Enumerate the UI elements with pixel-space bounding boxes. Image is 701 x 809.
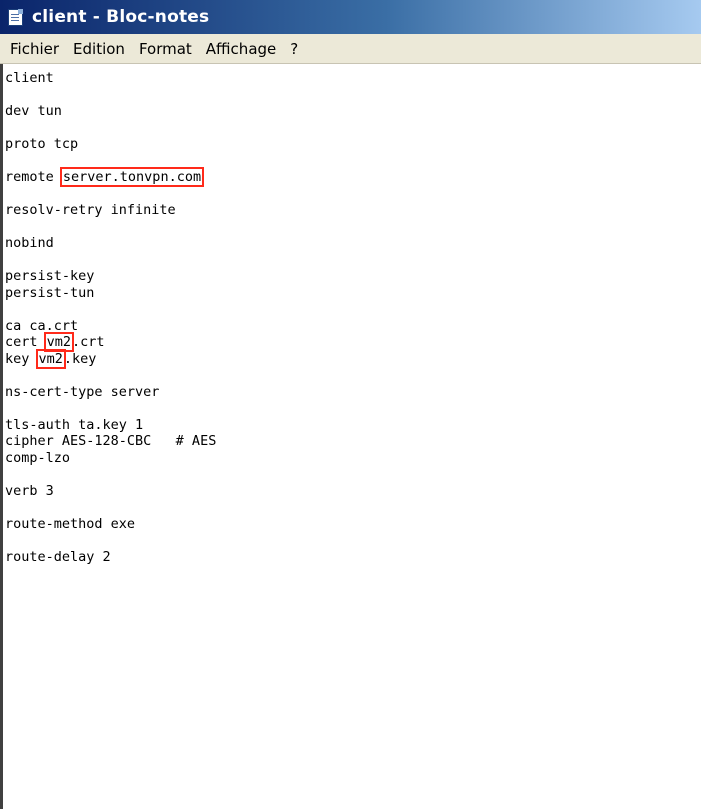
menu-edition[interactable]: Edition bbox=[66, 40, 132, 58]
highlighted-value: server.tonvpn.com bbox=[59, 167, 205, 187]
text-line bbox=[5, 120, 216, 137]
text-editor[interactable]: client dev tun proto tcp remote server.tonv… bbox=[0, 64, 701, 809]
notepad-icon bbox=[6, 8, 24, 26]
text-line: dev tun bbox=[5, 103, 216, 120]
text-line: verb 3 bbox=[5, 483, 216, 500]
line-text: comp-lzo bbox=[5, 449, 71, 466]
text-line: tls-auth ta.key 1 bbox=[5, 417, 216, 434]
text-line: route-delay 2 bbox=[5, 549, 216, 566]
highlighted-value: vm2 bbox=[35, 348, 66, 369]
line-text: persist-key bbox=[5, 268, 95, 284]
line-text-suffix: .crt bbox=[72, 334, 105, 350]
text-line: remote server.tonvpn.com bbox=[5, 167, 216, 187]
text-line: nobind bbox=[5, 235, 216, 252]
text-line: persist-key bbox=[5, 268, 216, 285]
text-line: cert vm2.crt bbox=[5, 332, 216, 352]
menu-affichage[interactable]: Affichage bbox=[199, 40, 283, 58]
line-text: route-method exe bbox=[5, 515, 136, 532]
text-line: resolv-retry infinite bbox=[5, 202, 216, 219]
menu-bar: Fichier Edition Format Affichage ? bbox=[0, 34, 701, 64]
text-line: persist-tun bbox=[5, 285, 216, 302]
text-line: proto tcp bbox=[5, 136, 216, 153]
line-text: nobind bbox=[5, 235, 54, 251]
menu-help[interactable]: ? bbox=[283, 40, 305, 58]
text-line bbox=[5, 301, 216, 318]
line-text: persist-tun bbox=[5, 284, 95, 301]
line-text: resolv-retry infinite bbox=[5, 202, 176, 218]
window-title: client - Bloc-notes bbox=[32, 7, 210, 27]
text-line bbox=[5, 466, 216, 483]
line-text: cert bbox=[5, 334, 46, 350]
text-line bbox=[5, 252, 216, 269]
menu-format[interactable]: Format bbox=[132, 40, 199, 58]
highlighted-value: vm2 bbox=[43, 332, 75, 352]
text-line bbox=[5, 532, 216, 549]
text-line: client bbox=[5, 70, 216, 87]
text-line bbox=[5, 186, 216, 203]
text-line: key vm2.key bbox=[5, 348, 216, 369]
line-text: client bbox=[5, 70, 54, 86]
text-line: ns-cert-type server bbox=[5, 384, 216, 401]
line-text: dev tun bbox=[5, 103, 62, 119]
text-line bbox=[5, 219, 216, 236]
line-text: ns-cert-type server bbox=[5, 383, 160, 400]
text-line bbox=[5, 400, 216, 417]
line-text: tls-auth ta.key 1 bbox=[5, 416, 144, 433]
text-line bbox=[5, 499, 216, 516]
menu-fichier[interactable]: Fichier bbox=[0, 40, 66, 58]
line-text: remote bbox=[5, 169, 62, 185]
text-line bbox=[5, 87, 216, 104]
title-bar[interactable]: client - Bloc-notes bbox=[0, 0, 701, 34]
line-text: proto tcp bbox=[5, 136, 79, 152]
line-text-suffix: .key bbox=[63, 350, 97, 367]
line-text: ca ca.crt bbox=[5, 317, 79, 334]
text-line: route-method exe bbox=[5, 516, 216, 533]
line-text: verb 3 bbox=[5, 482, 54, 499]
editor-content[interactable]: client dev tun proto tcp remote server.tonv… bbox=[5, 70, 216, 565]
line-text: cipher AES-128-CBC # AES bbox=[5, 433, 217, 449]
text-line bbox=[5, 367, 216, 384]
text-line: ca ca.crt bbox=[5, 318, 216, 335]
text-line: comp-lzo bbox=[5, 450, 216, 467]
line-text: route-delay 2 bbox=[5, 548, 111, 565]
text-line bbox=[5, 153, 216, 170]
text-line: cipher AES-128-CBC # AES bbox=[5, 433, 216, 450]
line-text: key bbox=[5, 350, 38, 367]
